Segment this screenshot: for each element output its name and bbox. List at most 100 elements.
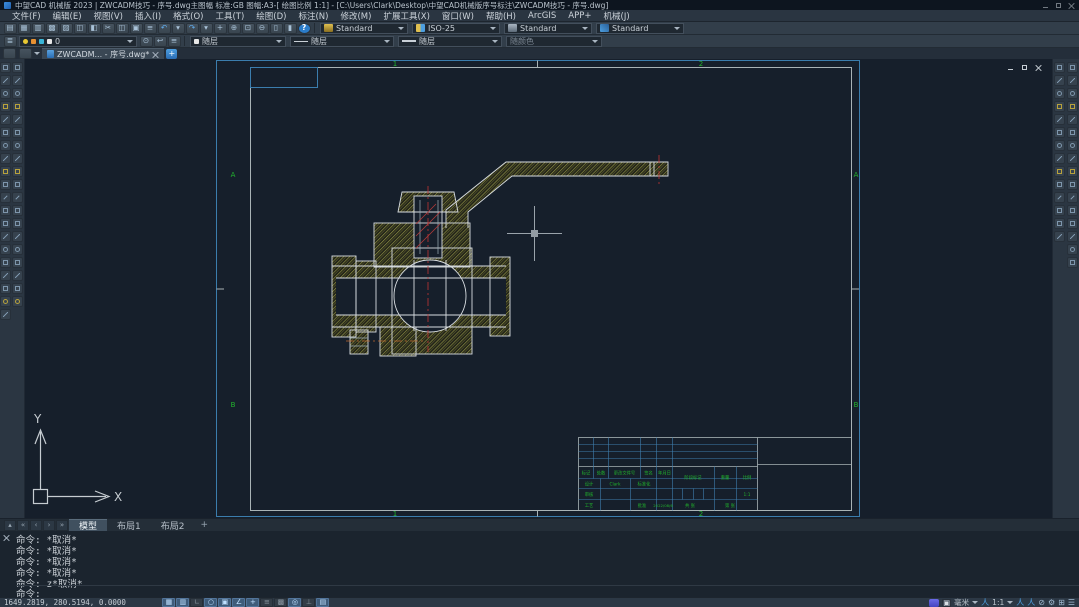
spline-icon[interactable] [0,179,11,190]
unit-label[interactable]: 毫米 [954,597,969,607]
line-icon[interactable] [0,62,11,73]
status-menu-icon[interactable]: ☰ [1068,599,1075,607]
redo-icon[interactable]: ↷ [186,23,199,34]
polyline-icon[interactable] [0,101,11,112]
text-style-dropdown[interactable]: Standard [320,23,408,34]
pencil-icon[interactable] [3,48,16,59]
eraser-icon[interactable] [19,48,32,59]
menu-app-plus[interactable]: APP+ [562,11,597,21]
publish-icon[interactable]: ◧ [88,23,101,34]
screw-connection-icon[interactable] [1067,166,1078,177]
gradient-icon[interactable] [0,270,11,281]
annotation-scale-caret-icon[interactable] [1007,601,1013,607]
ball-valve-drawing[interactable] [332,155,668,356]
open-icon[interactable]: ▦ [18,23,31,34]
dim-linear-icon[interactable] [1054,62,1065,73]
point-icon[interactable] [0,244,11,255]
command-window[interactable]: 命令: *取消*命令: *取消*命令: *取消*命令: *取消*命令: z*取消… [0,531,1079,597]
construction-line-icon[interactable] [0,75,11,86]
draworder-back-icon[interactable] [12,270,23,281]
datum-symbol-icon[interactable] [1067,88,1078,99]
fullscreen-icon[interactable]: ⊞ [1058,599,1065,607]
tab-list-caret-icon[interactable] [34,52,40,58]
zoom-realtime-icon[interactable]: ⊕ [228,23,241,34]
rectangle-icon[interactable] [0,127,11,138]
menu-mechanical[interactable]: 机械(J) [598,10,636,22]
revision-cloud-icon[interactable] [0,166,11,177]
tab-model[interactable]: 模型 [69,519,107,532]
multiline-text-icon[interactable] [0,309,11,320]
model-space-icon[interactable]: ▣ [942,599,951,607]
settings-gear-icon[interactable]: ⚙ [1048,599,1055,607]
quick-properties-toggle[interactable]: ▤ [316,598,329,607]
dim-diameter-icon[interactable] [1054,127,1065,138]
symbol-library-icon[interactable] [1067,231,1078,242]
draworder-above-icon[interactable] [12,283,23,294]
doc-minimize-button[interactable] [1007,64,1014,71]
workspace-icon[interactable] [929,599,939,607]
menu-dimension[interactable]: 标注(N) [292,10,334,22]
add-layout-button[interactable]: + [195,520,213,530]
move-icon[interactable] [12,127,23,138]
save-all-icon[interactable]: ▩ [46,23,59,34]
menu-modify[interactable]: 修改(M) [334,10,377,22]
menu-view[interactable]: 视图(V) [88,10,129,22]
linetype-dropdown[interactable]: 随层 [290,36,394,47]
explode-icon[interactable] [12,244,23,255]
array-icon[interactable] [12,114,23,125]
menu-tools[interactable]: 工具(T) [209,10,250,22]
new-tab-button[interactable]: + [166,49,177,59]
paste-icon[interactable]: ▣ [130,23,143,34]
layer-states-icon[interactable]: ≡ [168,36,181,47]
gear-icon[interactable] [1067,192,1078,203]
menu-format[interactable]: 格式(O) [167,10,209,22]
drawing-canvas[interactable]: 1 2 1 2 A B A B [25,59,1052,518]
polygon-icon[interactable] [0,114,11,125]
lineweight-dropdown[interactable]: 随层 [398,36,502,47]
dim-continue-icon[interactable] [1054,166,1065,177]
command-close-icon[interactable] [3,534,10,541]
minimize-button[interactable] [1042,2,1049,9]
new-icon[interactable]: ▤ [4,23,17,34]
mech-annotation-icon[interactable] [1067,244,1078,255]
menu-arcgis[interactable]: ArcGIS [522,11,562,21]
lineweight-toggle[interactable]: ≡ [260,598,273,607]
ortho-toggle[interactable]: ∟ [190,598,203,607]
scale-icon[interactable] [12,153,23,164]
ellipse-icon[interactable] [0,192,11,203]
copy-object-icon[interactable] [12,75,23,86]
pan-icon[interactable]: + [214,23,227,34]
rotate-icon[interactable] [12,140,23,151]
mleader-style-dropdown[interactable]: Standard [596,23,684,34]
menu-help[interactable]: 帮助(H) [480,10,522,22]
title-block[interactable]: 标记 处数 更改文件号 签名 年月日 设计 Clark 标准化 审核 工艺 批准… [579,438,852,511]
menu-express[interactable]: 扩展工具(X) [377,10,435,22]
erase-icon[interactable] [12,62,23,73]
construction-tool-icon[interactable] [1067,257,1078,268]
restore-button[interactable] [1055,2,1062,9]
menu-edit[interactable]: 编辑(E) [47,10,88,22]
mirror-icon[interactable] [12,88,23,99]
redo-caret-icon[interactable]: ▾ [200,23,213,34]
cut-icon[interactable]: ✂ [102,23,115,34]
menu-insert[interactable]: 插入(I) [129,10,167,22]
transparency-toggle[interactable]: ▩ [274,598,287,607]
table-style-dropdown[interactable]: Standard [504,23,592,34]
dim-arc-icon[interactable] [1054,88,1065,99]
polar-toggle[interactable]: ○ [204,598,217,607]
dim-baseline-icon[interactable] [1054,153,1065,164]
drawing-view[interactable]: 1 2 1 2 A B A B [25,59,1052,518]
chamfer-icon[interactable] [12,218,23,229]
match-properties-icon[interactable]: ≡ [144,23,157,34]
thread-icon[interactable] [1067,218,1078,229]
region-icon[interactable] [0,283,11,294]
first-tab-icon[interactable]: « [17,520,29,531]
annotation-scale-value[interactable]: 1:1 [992,598,1004,607]
close-tab-icon[interactable] [152,51,159,58]
auto-annotation-icon[interactable]: 人 [1027,599,1035,607]
weld-symbol-icon[interactable] [1067,101,1078,112]
close-button[interactable] [1068,2,1075,9]
trim-icon[interactable] [12,179,23,190]
dim-style-dropdown[interactable]: ISO-25 [412,23,500,34]
layer-dropdown[interactable]: 0 [19,36,137,47]
